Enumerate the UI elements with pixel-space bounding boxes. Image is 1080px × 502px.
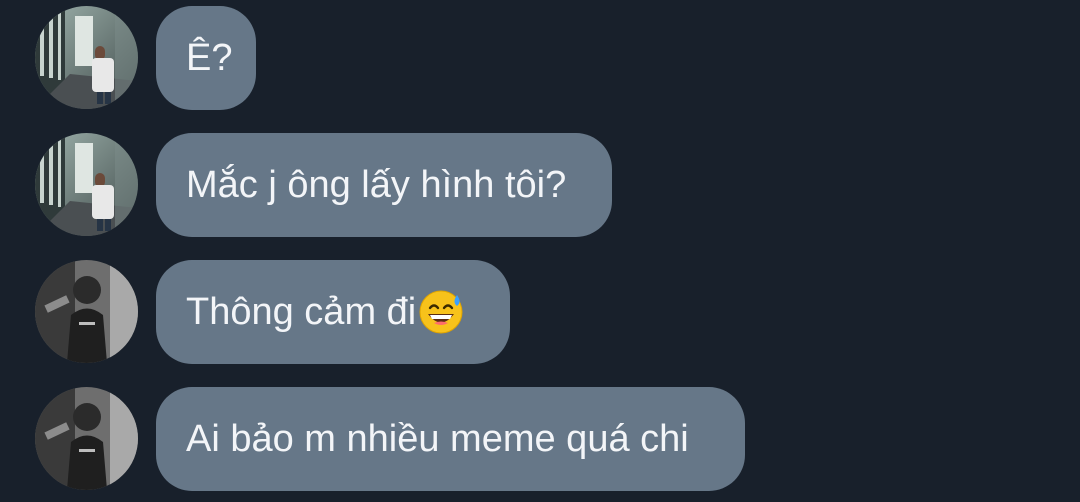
grinning-face-with-sweat-icon	[418, 289, 464, 335]
message-text: Thông cảm đi	[186, 290, 417, 333]
message-row: Mắc j ông lấy hình tôi?	[0, 127, 1080, 237]
message-text: Mắc j ông lấy hình tôi?	[186, 163, 567, 206]
message-bubble[interactable]: Thông cảm đi	[156, 260, 510, 364]
message-bubble[interactable]: Ê?	[156, 6, 256, 110]
message-bubble[interactable]: Ai bảo m nhiều meme quá chi	[156, 387, 745, 491]
message-row: Thông cảm đi	[0, 254, 1080, 364]
avatar-monochrome-photo	[35, 260, 138, 363]
message-text: Ai bảo m nhiều meme quá chi	[186, 417, 689, 460]
sender-avatar[interactable]	[35, 260, 138, 363]
message-row: Ê?	[0, 0, 1080, 110]
sender-avatar[interactable]	[35, 6, 138, 109]
message-text: Ê?	[186, 36, 233, 79]
message-row: Ai bảo m nhiều meme quá chi	[0, 381, 1080, 491]
sender-avatar[interactable]	[35, 387, 138, 490]
message-bubble[interactable]: Mắc j ông lấy hình tôi?	[156, 133, 612, 237]
chat-thread: Ê? Mắc j ông lấy hình tôi? Thông cảm đi …	[0, 0, 1080, 502]
avatar-hallway-photo	[35, 133, 138, 236]
avatar-monochrome-photo	[35, 387, 138, 490]
avatar-hallway-photo	[35, 6, 138, 109]
sender-avatar[interactable]	[35, 133, 138, 236]
